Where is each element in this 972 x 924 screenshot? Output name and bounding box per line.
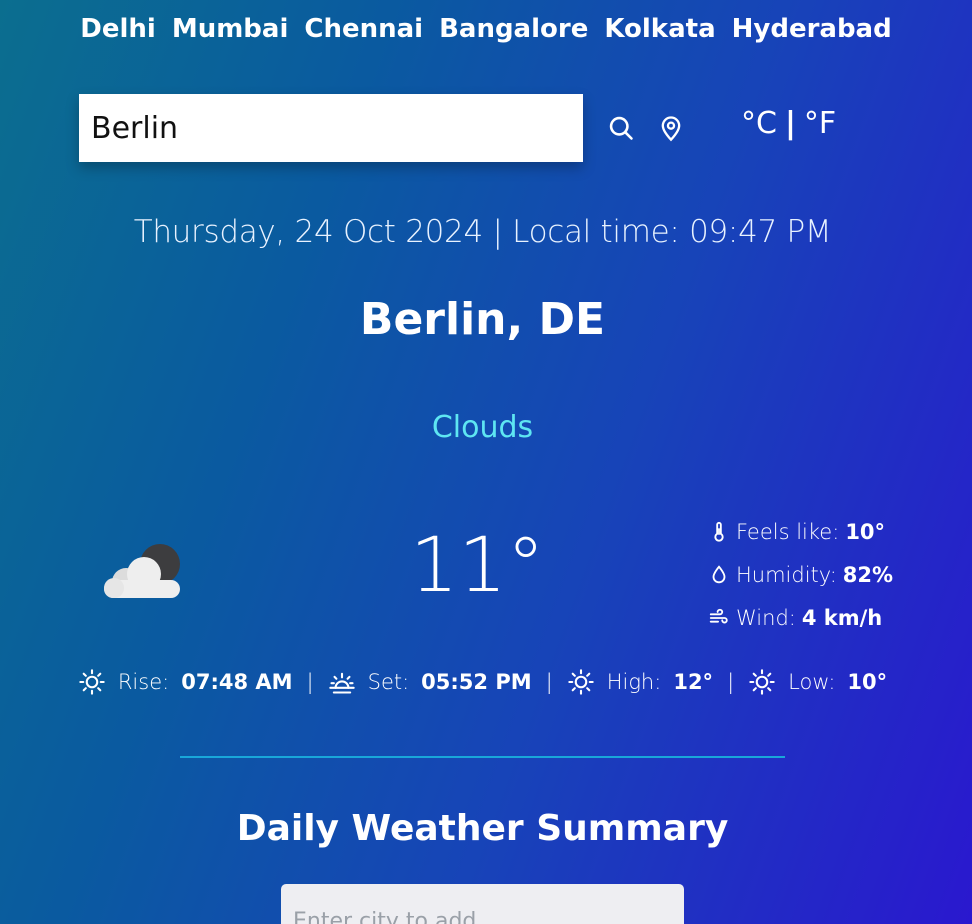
sunrise-label: Rise: — [117, 670, 170, 694]
city-link-delhi[interactable]: Delhi — [80, 14, 156, 44]
low-value: 10° — [847, 670, 888, 694]
search-icon[interactable] — [607, 114, 635, 142]
sun-icon — [567, 669, 594, 695]
humidity-label: Humidity: — [736, 562, 837, 587]
city-link-kolkata[interactable]: Kolkata — [604, 14, 715, 44]
wind-row: Wind: 4 km/h — [708, 596, 893, 639]
current-temperature: 11° — [410, 520, 545, 609]
humidity-value: 82% — [842, 562, 894, 587]
sunset-icon — [328, 672, 355, 694]
sun-icon — [79, 669, 105, 695]
feels-like-label: Feels like: — [736, 519, 840, 544]
city-link-mumbai[interactable]: Mumbai — [172, 14, 289, 44]
low-label: Low: — [788, 670, 836, 694]
city-search-input[interactable] — [79, 94, 583, 162]
sun-icon — [749, 669, 775, 695]
weather-details: Feels like: 10° Humidity: 82% Wind: 4 km… — [708, 510, 893, 639]
search-bar: °C | °F — [79, 94, 879, 162]
feels-like-row: Feels like: 10° — [708, 510, 893, 553]
city-link-chennai[interactable]: Chennai — [304, 14, 423, 44]
humidity-row: Humidity: 82% — [708, 553, 893, 596]
high-value: 12° — [673, 670, 714, 694]
sun-and-range-row: Rise: 07:48 AM | Set: 05:52 PM | High: 1… — [0, 668, 965, 696]
separator: | — [727, 670, 735, 694]
city-link-bangalore[interactable]: Bangalore — [439, 14, 588, 44]
unit-toggle: °C | °F — [741, 106, 836, 141]
city-link-hyderabad[interactable]: Hyderabad — [732, 14, 892, 44]
summary-title: Daily Weather Summary — [236, 808, 729, 849]
wind-value: 4 km/h — [801, 605, 883, 630]
local-datetime: Thursday, 24 Oct 2024 | Local time: 09:4… — [133, 214, 832, 250]
feels-like-value: 10° — [845, 519, 886, 544]
sunset-label: Set: — [367, 670, 410, 694]
high-label: High: — [606, 670, 662, 694]
clouds-night-icon — [104, 544, 180, 598]
sunrise-value: 07:48 AM — [181, 670, 293, 694]
quick-city-nav: Delhi Mumbai Chennai Bangalore Kolkata H… — [0, 14, 972, 44]
separator: | — [306, 670, 314, 694]
location-title: Berlin, DE — [359, 294, 606, 345]
droplet-icon — [712, 564, 726, 583]
location-pin-icon[interactable] — [657, 114, 685, 142]
celsius-button[interactable]: °C — [741, 106, 777, 141]
wind-label: Wind: — [736, 605, 796, 630]
fahrenheit-button[interactable]: °F — [804, 106, 836, 141]
section-divider — [180, 756, 785, 758]
add-city-input[interactable] — [281, 884, 684, 924]
thermometer-icon — [714, 521, 724, 542]
unit-separator: | — [784, 106, 796, 141]
separator: | — [545, 670, 553, 694]
wind-icon — [709, 608, 728, 623]
sunset-value: 05:52 PM — [421, 670, 532, 694]
weather-condition: Clouds — [431, 410, 534, 445]
